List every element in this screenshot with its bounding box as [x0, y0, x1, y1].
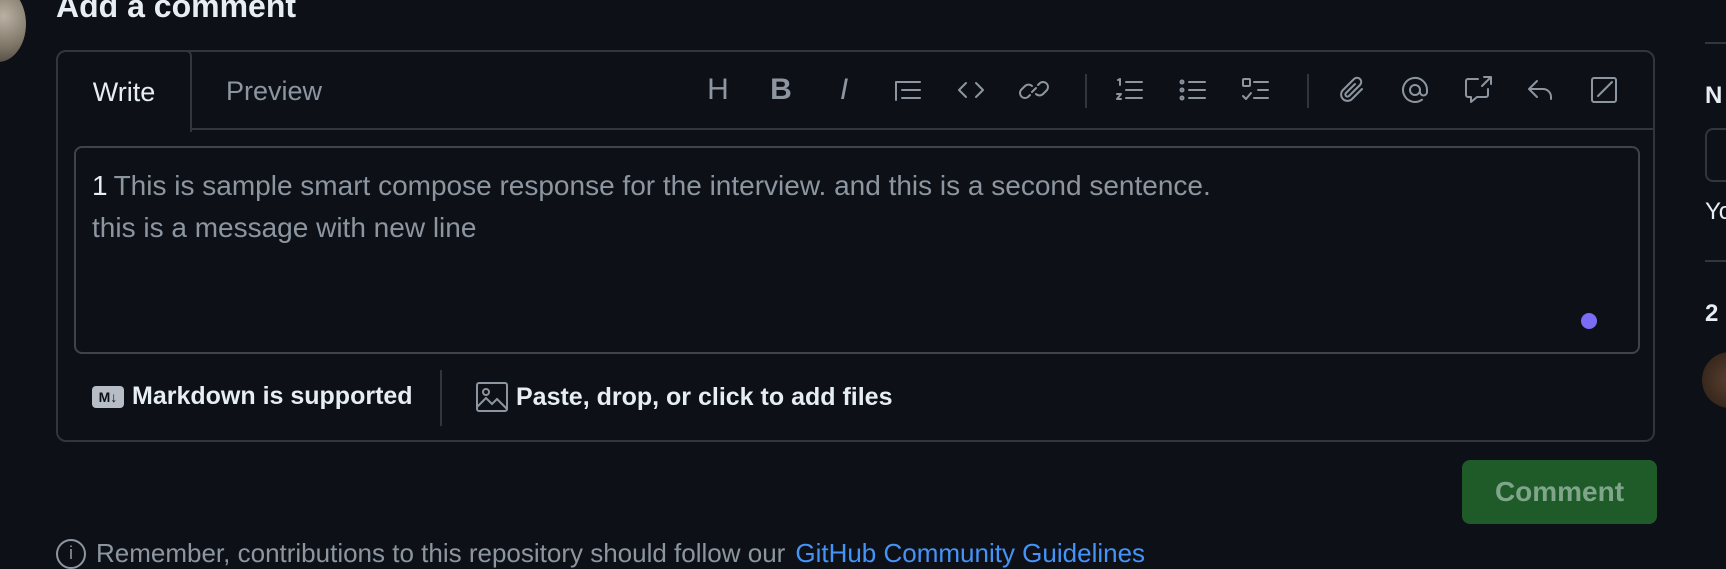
heading-button[interactable]: H	[698, 70, 738, 110]
community-guidelines-link[interactable]: GitHub Community Guidelines	[795, 538, 1145, 569]
quote-icon	[895, 81, 921, 101]
comment-button[interactable]: Comment	[1462, 460, 1657, 524]
attach-button[interactable]	[1332, 70, 1372, 110]
markdown-supported-link[interactable]: M↓ Markdown is supported	[92, 382, 413, 411]
italic-button[interactable]: I	[824, 70, 864, 110]
unordered-list-icon	[1179, 79, 1206, 101]
notice-text: Remember, contributions to this reposito…	[96, 538, 786, 568]
link-button[interactable]	[1014, 70, 1054, 110]
mention-icon	[1402, 76, 1429, 103]
contribution-notice: i Remember, contributions to this reposi…	[56, 538, 1145, 569]
add-files-label: Paste, drop, or click to add files	[516, 382, 893, 411]
task-list-button[interactable]	[1236, 70, 1276, 110]
toolbar-divider	[1085, 74, 1087, 108]
tab-write[interactable]: Write	[56, 50, 192, 132]
image-icon	[476, 382, 508, 412]
fullscreen-button[interactable]	[1584, 70, 1624, 110]
smart-compose-suggestion: This is sample smart compose response fo…	[113, 170, 1211, 201]
reference-button[interactable]	[1458, 70, 1498, 110]
status-indicator-dot	[1581, 313, 1597, 329]
sidebar-text: Yo	[1705, 198, 1726, 225]
tab-preview[interactable]: Preview	[226, 52, 322, 130]
sidebar-heading: N	[1705, 82, 1723, 109]
comment-box: Write Preview H B I 1 This is sample sma…	[56, 50, 1655, 442]
sidebar-button[interactable]	[1705, 128, 1726, 182]
add-files-button[interactable]: Paste, drop, or click to add files	[476, 382, 893, 412]
comment-textarea[interactable]: 1 This is sample smart compose response f…	[74, 146, 1640, 354]
link-icon	[1019, 81, 1049, 99]
page-title: Add a comment	[56, 0, 297, 24]
sidebar-divider	[1705, 42, 1726, 44]
bold-icon: B	[770, 73, 792, 106]
markdown-label: Markdown is supported	[132, 382, 413, 410]
italic-icon: I	[839, 73, 849, 106]
paperclip-icon	[1340, 76, 1363, 102]
line-number: 1	[92, 170, 108, 201]
code-icon	[958, 82, 984, 98]
unordered-list-button[interactable]	[1173, 70, 1213, 110]
saved-reply-button[interactable]	[1521, 70, 1561, 110]
mention-button[interactable]	[1395, 70, 1435, 110]
code-button[interactable]	[951, 70, 991, 110]
ordered-list-icon	[1116, 78, 1143, 100]
tab-bar: Write Preview H B I	[56, 50, 1653, 132]
cross-reference-icon	[1465, 76, 1492, 103]
edit-expand-icon	[1591, 77, 1617, 103]
sidebar-count: 2	[1705, 300, 1719, 327]
info-icon: i	[56, 538, 86, 569]
task-list-icon	[1242, 78, 1269, 100]
ordered-list-button[interactable]	[1110, 70, 1150, 110]
footer-divider	[440, 370, 442, 426]
heading-icon: H	[707, 73, 729, 106]
sidebar-divider	[1705, 260, 1726, 262]
bold-button[interactable]: B	[761, 70, 801, 110]
editor-line-2: this is a message with new line	[92, 212, 477, 243]
reply-icon	[1528, 80, 1552, 100]
quote-button[interactable]	[888, 70, 928, 110]
editor-line-1: 1 This is sample smart compose response f…	[92, 170, 1211, 202]
participant-avatar[interactable]	[1702, 352, 1726, 408]
toolbar-divider	[1307, 74, 1309, 108]
user-avatar	[0, 0, 26, 62]
markdown-icon: M↓	[92, 385, 124, 408]
